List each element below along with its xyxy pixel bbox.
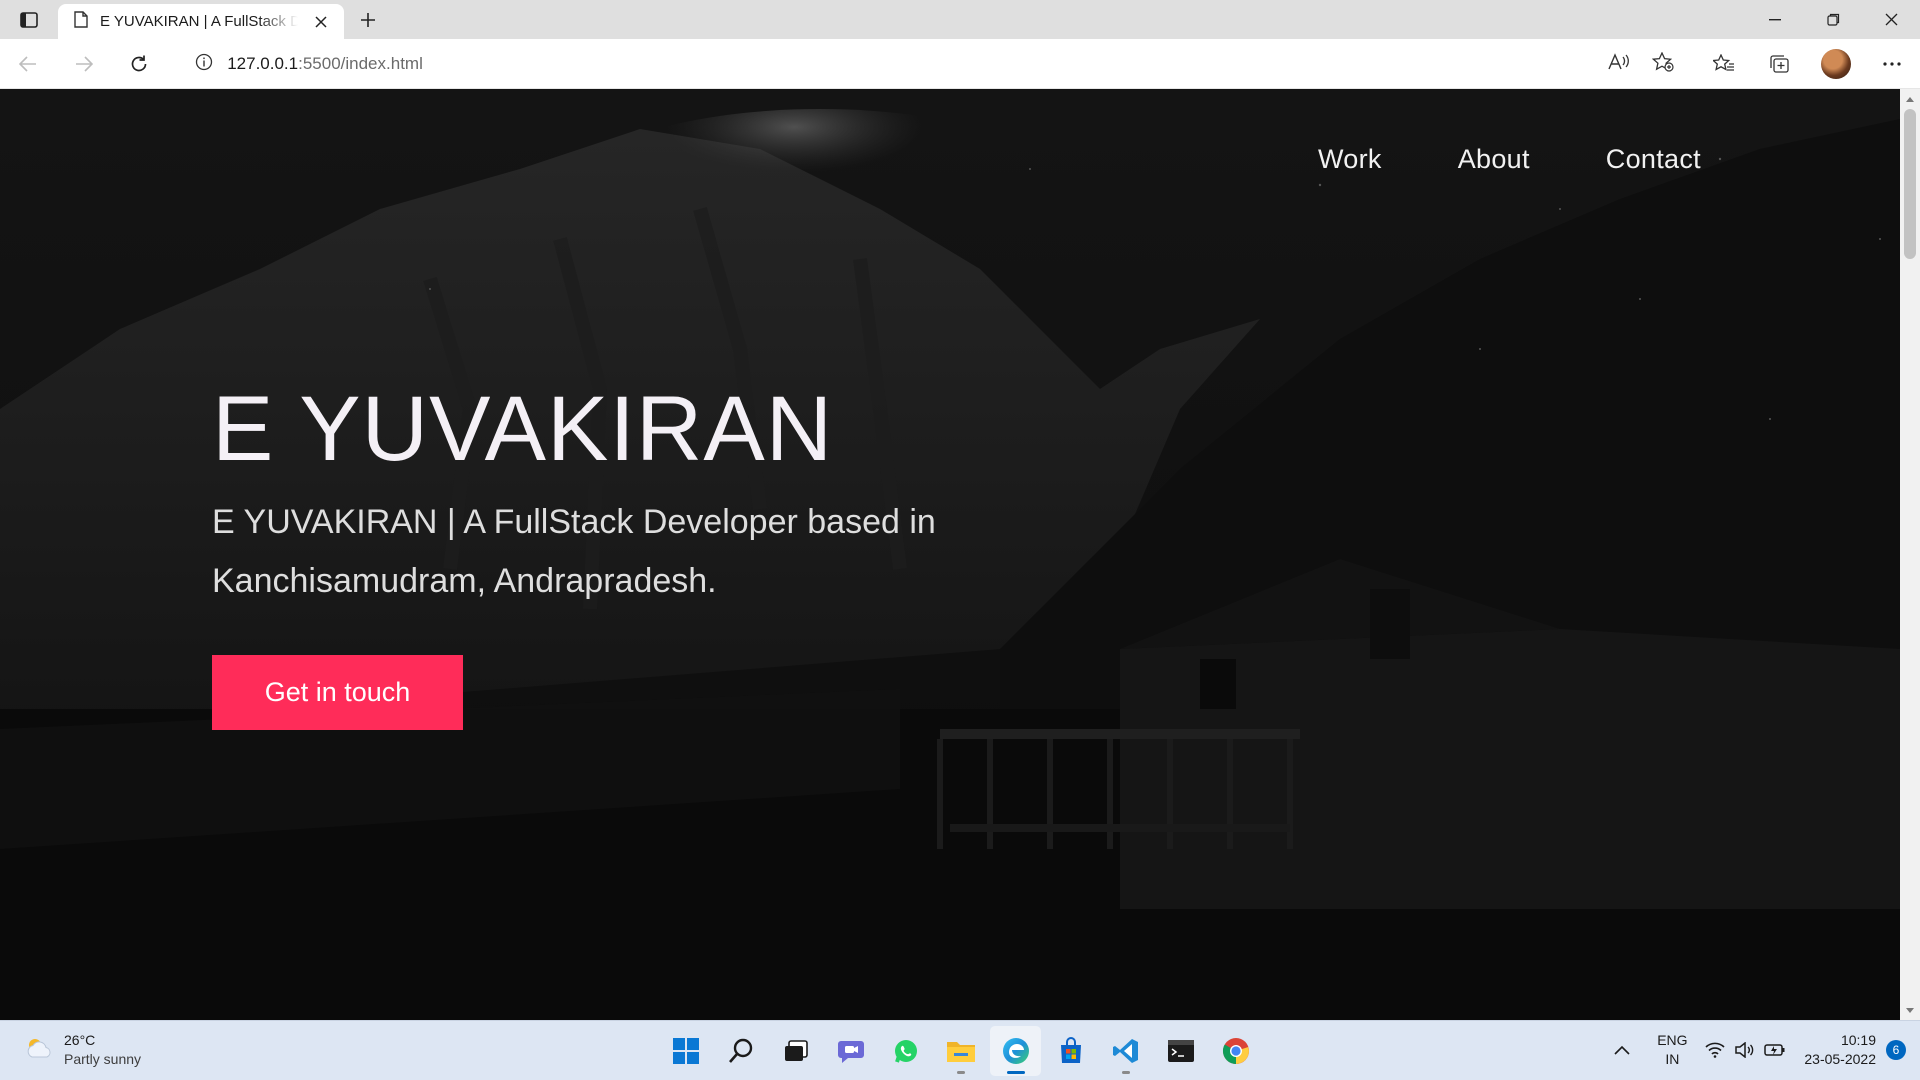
browser-tab-bar: E YUVAKIRAN | A FullStack Developer (0, 0, 1920, 39)
minimize-button[interactable] (1746, 0, 1804, 39)
input-language[interactable]: ENG IN (1644, 1031, 1700, 1069)
clock-time: 10:19 (1840, 1032, 1876, 1048)
page-scrollbar[interactable] (1900, 89, 1920, 1020)
volume-icon[interactable] (1730, 1042, 1760, 1058)
scroll-down-icon[interactable] (1904, 1004, 1916, 1016)
region-code: IN (1665, 1051, 1680, 1067)
wifi-icon[interactable] (1700, 1042, 1730, 1058)
new-tab-button[interactable] (344, 0, 392, 39)
battery-icon[interactable] (1760, 1043, 1790, 1057)
notification-badge[interactable]: 6 (1886, 1040, 1906, 1060)
hero-title: E YUVAKIRAN (212, 378, 834, 480)
read-aloud-icon[interactable] (1608, 52, 1630, 75)
windows-taskbar: 26°C Partly sunny ENG IN 10:19 23-05-202… (0, 1020, 1920, 1080)
teams-chat-icon[interactable] (825, 1026, 876, 1076)
weather-description: Partly sunny (64, 1051, 142, 1067)
taskbar-apps (660, 1026, 1261, 1076)
add-favorite-icon[interactable] (1651, 50, 1674, 76)
windows-start-icon[interactable] (660, 1026, 711, 1076)
address-bar[interactable]: 127.0.0.1:5500/index.html (177, 44, 1691, 83)
clock-date: 23-05-2022 (1804, 1051, 1876, 1067)
edge-icon[interactable] (990, 1026, 1041, 1076)
browser-tab[interactable]: E YUVAKIRAN | A FullStack Developer (58, 4, 344, 39)
nav-link-about[interactable]: About (1458, 144, 1530, 175)
get-in-touch-button[interactable]: Get in touch (212, 655, 463, 730)
partly-sunny-icon (24, 1035, 54, 1065)
close-window-button[interactable] (1862, 0, 1920, 39)
back-button[interactable] (0, 39, 56, 89)
vscode-icon[interactable] (1100, 1026, 1151, 1076)
page-icon (74, 11, 88, 32)
chrome-icon[interactable] (1210, 1026, 1261, 1076)
clock[interactable]: 10:19 23-05-2022 (1804, 1031, 1876, 1069)
tab-title: E YUVAKIRAN | A FullStack Developer (100, 13, 298, 30)
url-host: 127.0.0.1 (227, 53, 299, 73)
profile-avatar[interactable] (1808, 48, 1864, 79)
forward-button[interactable] (56, 39, 112, 89)
restore-button[interactable] (1804, 0, 1862, 39)
settings-more-icon[interactable] (1864, 61, 1920, 66)
task-view-icon[interactable] (770, 1026, 821, 1076)
url-text[interactable]: 127.0.0.1:5500/index.html (227, 54, 1608, 74)
nav-link-work[interactable]: Work (1318, 144, 1382, 175)
scroll-up-icon[interactable] (1904, 93, 1916, 105)
show-hidden-icons-chevron-up-icon[interactable] (1600, 1045, 1644, 1055)
language-code: ENG (1657, 1032, 1688, 1048)
page-viewport: Work About Contact E YUVAKIRAN E YUVAKIR… (0, 89, 1900, 1020)
terminal-icon[interactable] (1155, 1026, 1206, 1076)
site-info-icon[interactable] (195, 53, 213, 75)
close-tab-icon[interactable] (310, 11, 332, 33)
site-nav: Work About Contact (1318, 144, 1701, 175)
browser-toolbar: 127.0.0.1:5500/index.html (0, 39, 1920, 89)
nav-link-contact[interactable]: Contact (1606, 144, 1701, 175)
weather-widget[interactable]: 26°C Partly sunny (24, 1031, 141, 1069)
favorites-icon[interactable] (1696, 53, 1752, 74)
running-indicator (956, 1071, 965, 1074)
system-tray: ENG IN 10:19 23-05-2022 6 (1600, 1021, 1920, 1079)
hero-subtitle: E YUVAKIRAN | A FullStack Developer base… (212, 503, 936, 600)
microsoft-store-icon[interactable] (1045, 1026, 1096, 1076)
url-path: :5500/index.html (298, 53, 423, 73)
scrollbar-thumb[interactable] (1904, 109, 1916, 259)
collections-icon[interactable] (1752, 54, 1808, 74)
whatsapp-icon[interactable] (880, 1026, 931, 1076)
tab-actions-icon[interactable] (0, 0, 58, 39)
file-explorer-icon[interactable] (935, 1026, 986, 1076)
weather-temperature: 26°C (64, 1032, 96, 1048)
active-indicator (1006, 1071, 1025, 1074)
refresh-button[interactable] (111, 39, 167, 89)
search-icon[interactable] (715, 1026, 766, 1076)
running-indicator (1121, 1071, 1130, 1074)
